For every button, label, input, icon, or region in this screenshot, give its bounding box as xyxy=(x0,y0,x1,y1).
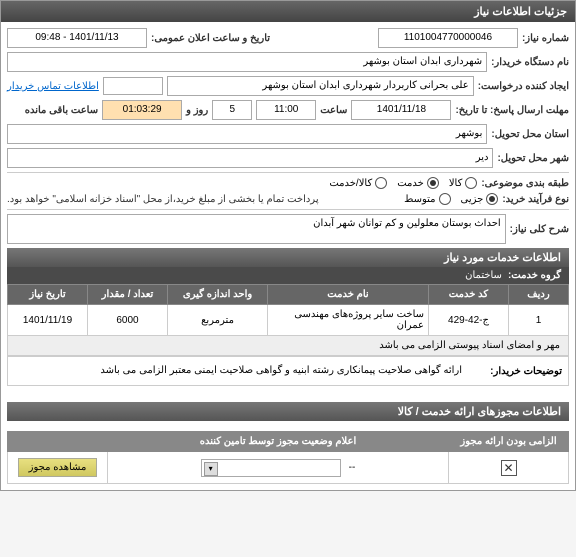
buyer-org-field: شهرداری ابدان استان بوشهر xyxy=(7,52,487,72)
province-field: بوشهر xyxy=(7,124,487,144)
type-radio-group: جزیی متوسط xyxy=(404,193,498,205)
radio-label: کالا/خدمت xyxy=(329,178,372,189)
public-datetime-label: تاریخ و ساعت اعلان عمومی: xyxy=(151,33,270,44)
buyer-notes-label: توضیحات خریدار: xyxy=(468,357,568,385)
cell-row: 1 xyxy=(509,305,569,336)
license-row: -- ▾ مشاهده مجوز xyxy=(8,452,569,484)
group-value: ساختمان xyxy=(465,270,502,281)
view-license-button[interactable]: مشاهده مجوز xyxy=(18,458,98,477)
radio-label: متوسط xyxy=(404,194,435,205)
cell-unit: مترمربع xyxy=(168,305,268,336)
buyer-notes-content: ارائه گواهی صلاحیت پیمانکاری رشته ابنیه … xyxy=(8,357,468,385)
buyer-org-label: نام دستگاه خریدار: xyxy=(491,57,569,68)
cell-name: ساخت سایر پروژه‌های مهندسی عمران xyxy=(268,305,429,336)
radio-icon xyxy=(439,193,451,205)
table-row: 1 ج-42-429 ساخت سایر پروژه‌های مهندسی عم… xyxy=(8,305,569,336)
city-field: دیر xyxy=(7,148,493,168)
radio-goods-service[interactable]: کالا/خدمت xyxy=(329,177,387,189)
cell-status: -- ▾ xyxy=(108,452,449,484)
th-mandatory: الزامی بودن ارائه مجوز xyxy=(449,432,569,452)
radio-icon xyxy=(375,177,387,189)
payment-note: پرداخت تمام یا بخشی از مبلغ خرید،از محل … xyxy=(7,194,319,205)
panel-header: جزئیات اطلاعات نیاز xyxy=(1,1,575,22)
services-info-header: اطلاعات خدمات مورد نیاز xyxy=(7,248,569,267)
need-desc-label: شرح کلی نیاز: xyxy=(510,224,569,235)
need-number-field: 1101004770000046 xyxy=(378,28,518,48)
table-desc: مهر و امضای اسناد پیوستی الزامی می باشد xyxy=(8,336,569,356)
city-label: شهر محل تحویل: xyxy=(497,153,569,164)
cell-date: 1401/11/19 xyxy=(8,305,88,336)
radio-label: خدمت xyxy=(397,178,424,189)
radio-medium[interactable]: متوسط xyxy=(404,193,450,205)
th-qty: تعداد / مقدار xyxy=(88,285,168,305)
radio-icon xyxy=(427,177,439,189)
deadline-hour-field: 11:00 xyxy=(256,100,316,120)
radio-label: جزیی xyxy=(461,194,484,205)
requester-label: ایجاد کننده درخواست: xyxy=(478,81,569,92)
cell-qty: 6000 xyxy=(88,305,168,336)
remain-time-field: 01:03:29 xyxy=(102,100,182,120)
status-value: -- xyxy=(349,462,356,473)
cell-action: مشاهده مجوز xyxy=(8,452,108,484)
group-label: گروه خدمت: xyxy=(508,270,561,281)
days-label: روز و xyxy=(186,105,208,116)
th-name: نام خدمت xyxy=(268,285,429,305)
license-header: اطلاعات مجوزهای ارائه خدمت / کالا xyxy=(7,402,569,421)
radio-goods[interactable]: کالا xyxy=(449,177,478,189)
need-number-label: شماره نیاز: xyxy=(522,33,569,44)
remain-label: ساعت باقی مانده xyxy=(25,105,98,116)
th-date: تاریخ نیاز xyxy=(8,285,88,305)
public-datetime-field: 1401/11/13 - 09:48 xyxy=(7,28,147,48)
checkbox-checked-icon xyxy=(501,460,517,476)
th-code: کد خدمت xyxy=(429,285,509,305)
need-desc-field: احداث بوستان معلولین و کم توانان شهر آبد… xyxy=(7,214,506,244)
th-row: ردیف xyxy=(509,285,569,305)
type-label: نوع فرآیند خرید: xyxy=(502,194,569,205)
th-action xyxy=(8,432,108,452)
cell-code: ج-42-429 xyxy=(429,305,509,336)
services-table: ردیف کد خدمت نام خدمت واحد اندازه گیری ت… xyxy=(7,284,569,356)
category-radio-group: کالا خدمت کالا/خدمت xyxy=(329,177,477,189)
contact-link[interactable]: اطلاعات تماس خریدار xyxy=(7,81,99,92)
requester-field: علی بحرانی کاربردار شهرداری ابدان استان … xyxy=(167,76,474,96)
radio-label: کالا xyxy=(449,178,463,189)
empty-box xyxy=(103,77,163,95)
th-unit: واحد اندازه گیری xyxy=(168,285,268,305)
license-table: الزامی بودن ارائه مجوز اعلام وضعیت مجوز … xyxy=(7,431,569,484)
status-select[interactable]: ▾ xyxy=(201,459,341,477)
chevron-down-icon: ▾ xyxy=(204,462,218,476)
th-status: اعلام وضعیت مجوز توسط تامین کننده xyxy=(108,432,449,452)
days-count-field: 5 xyxy=(212,100,252,120)
radio-service[interactable]: خدمت xyxy=(397,177,439,189)
deadline-date-field: 1401/11/18 xyxy=(351,100,451,120)
province-label: استان محل تحویل: xyxy=(491,129,569,140)
hour-label: ساعت xyxy=(320,105,347,116)
radio-partial[interactable]: جزیی xyxy=(461,193,499,205)
radio-icon xyxy=(486,193,498,205)
category-label: طبقه بندی موضوعی: xyxy=(481,178,569,189)
deadline-label: مهلت ارسال پاسخ: تا تاریخ: xyxy=(455,105,569,116)
radio-icon xyxy=(465,177,477,189)
cell-mandatory xyxy=(449,452,569,484)
